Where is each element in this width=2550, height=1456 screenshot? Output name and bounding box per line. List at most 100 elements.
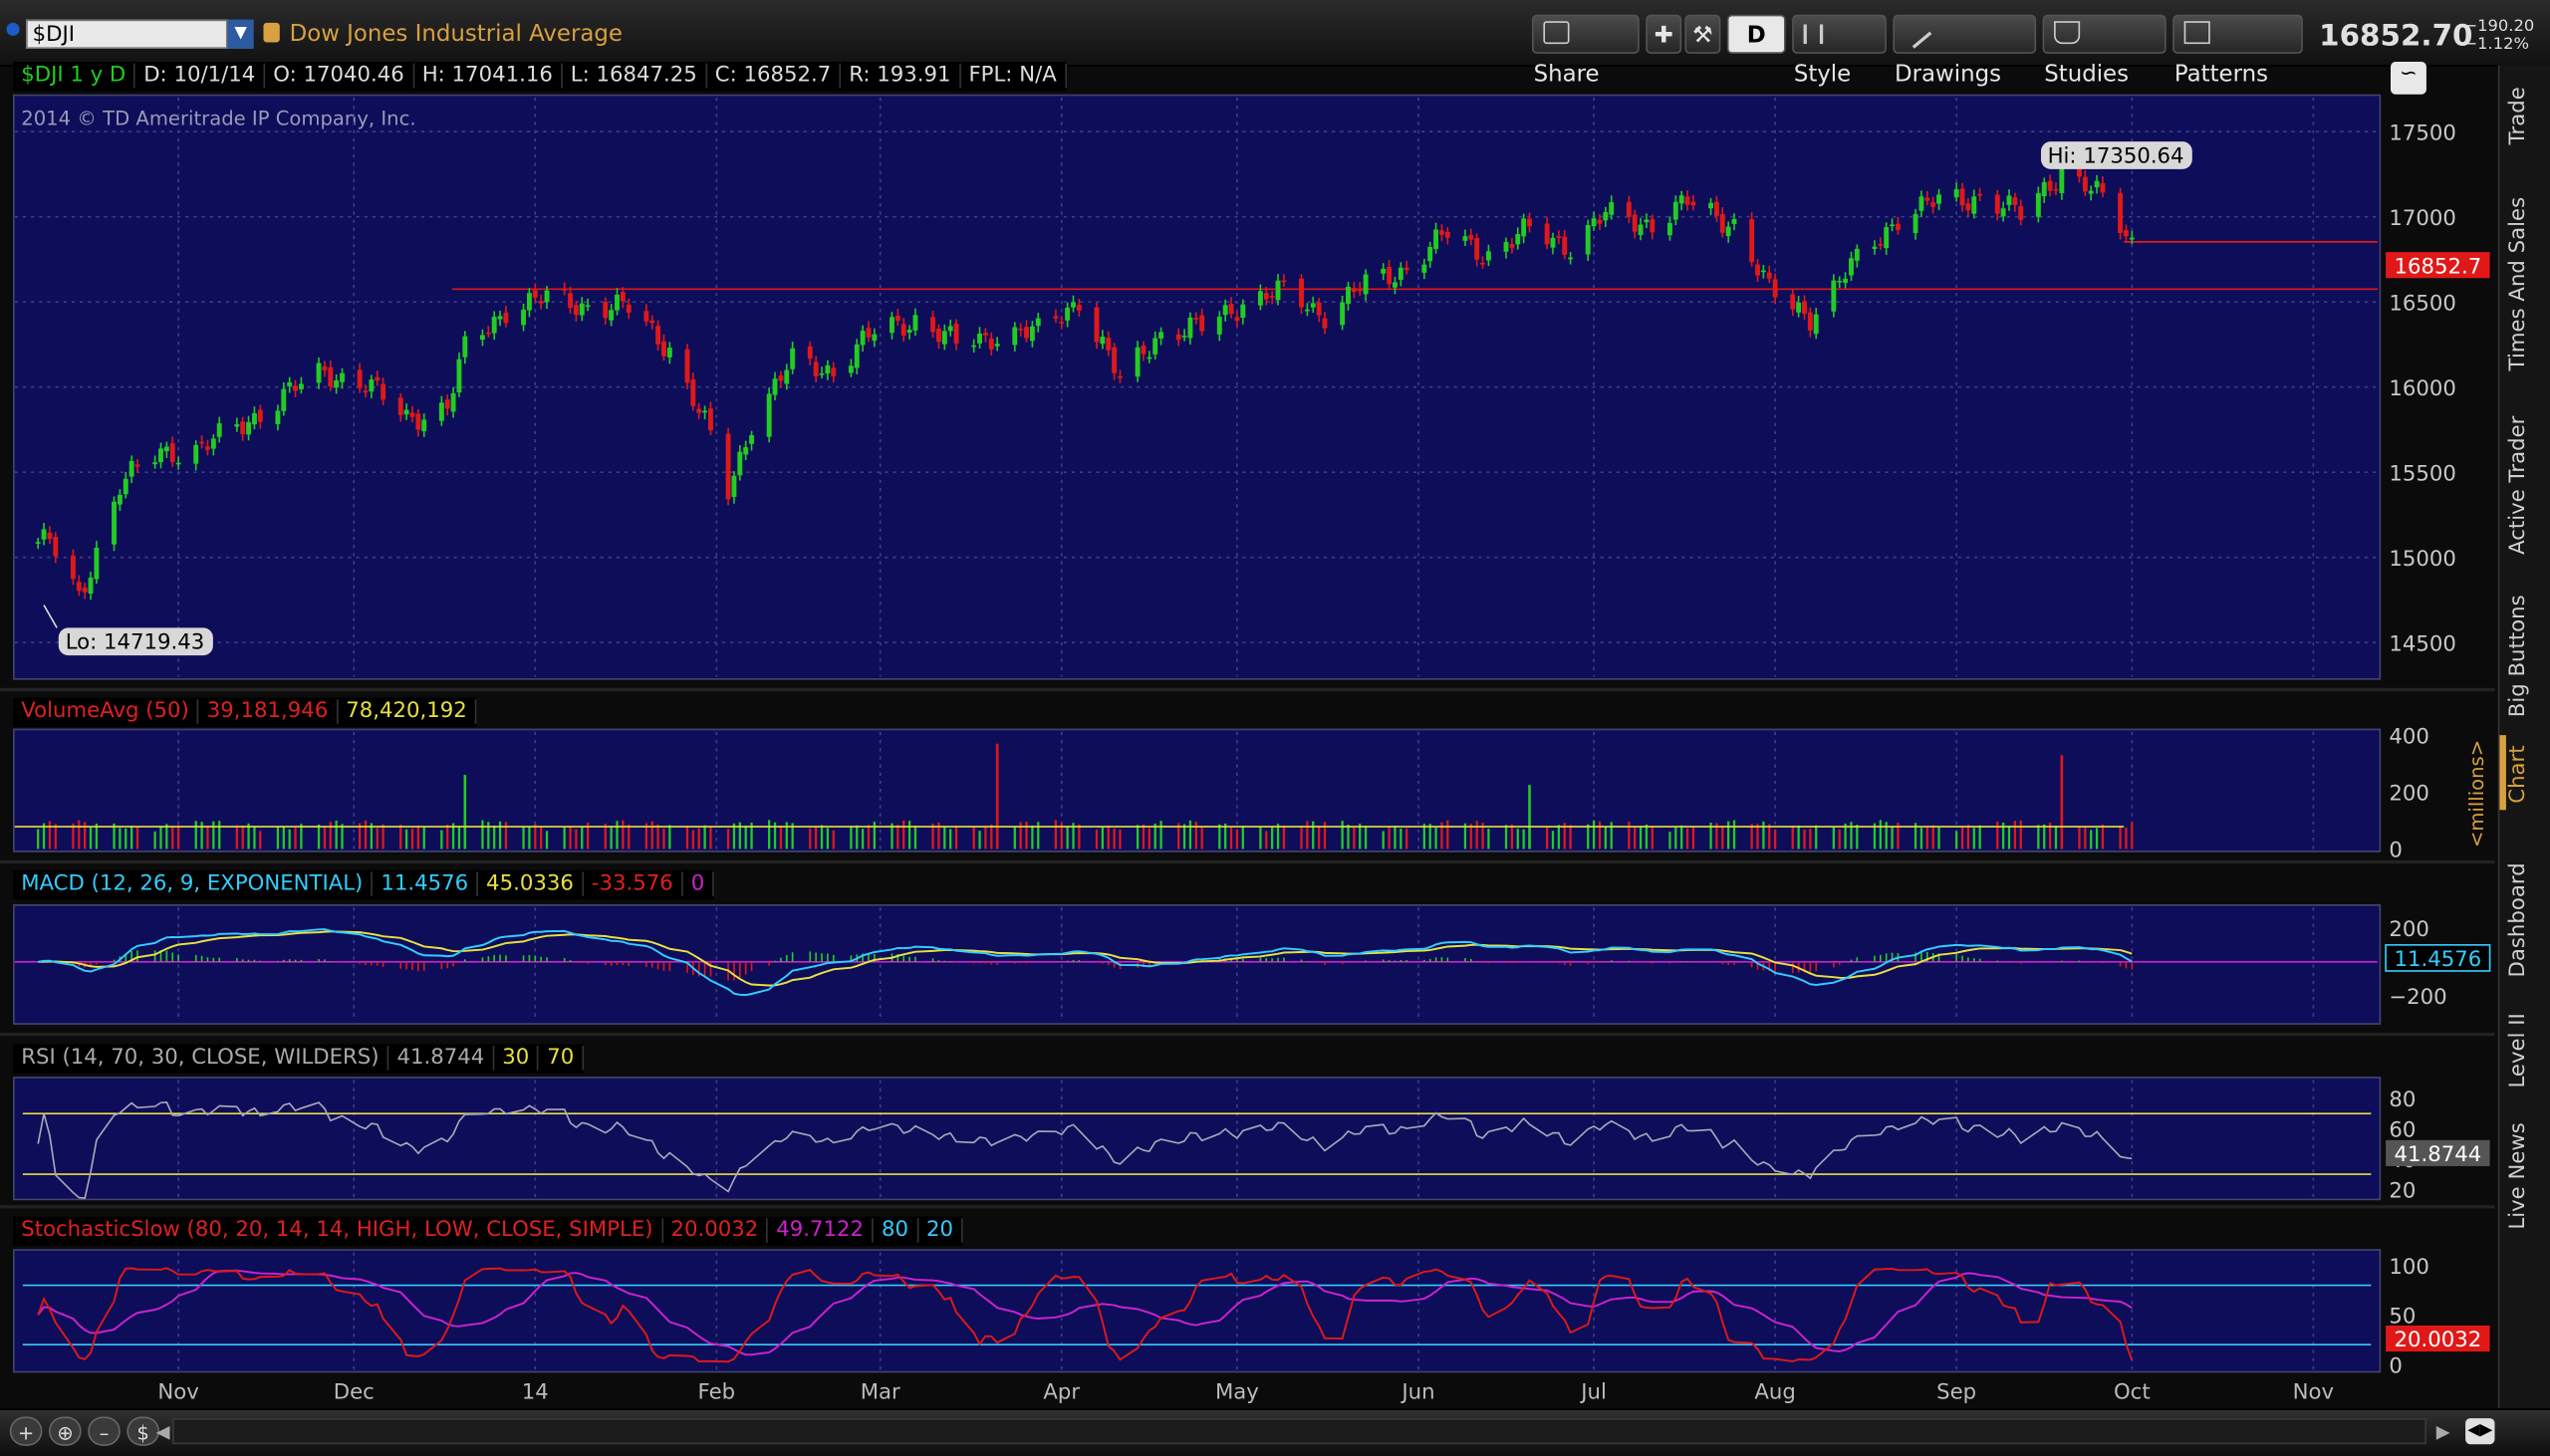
settings-wrench-button[interactable]: ⚒ (1684, 14, 1721, 54)
plus-icon: + (17, 1421, 35, 1445)
x-tick-label: May (1215, 1379, 1259, 1404)
price-pane[interactable] (13, 94, 2382, 680)
price-tick-label: 15500 (2389, 461, 2456, 486)
share-icon (1543, 21, 1570, 45)
link-dot-icon[interactable] (6, 22, 20, 36)
x-tick-label: Jun (1400, 1379, 1434, 1404)
chart-settings-button[interactable]: ∽ (2390, 62, 2426, 95)
volume-avg-value: 78,420,192 (338, 699, 477, 724)
last-price-tag (2386, 252, 2490, 279)
stoch-overbought-value: 80 (873, 1218, 918, 1243)
tab-dashboard[interactable]: Dashboard (2506, 855, 2545, 986)
rsi-study-name: RSI (14, 70, 30, CLOSE, WILDERS) (13, 1046, 389, 1071)
volume-study-name: VolumeAvg (50) (13, 699, 199, 724)
x-tick-label: Feb (698, 1379, 736, 1404)
x-tick-label: Nov (157, 1379, 198, 1404)
dollar-button[interactable]: $ (127, 1416, 159, 1446)
symbol-input[interactable]: $DJI (26, 19, 228, 49)
aggregation-button[interactable]: D (1726, 14, 1786, 54)
macd-last-tag (2385, 944, 2491, 972)
stoch-oversold-value: 20 (917, 1218, 963, 1243)
patterns-button[interactable]: Patterns (2172, 14, 2303, 88)
style-label: Style (1793, 62, 1852, 89)
pct-change-value: −1.12% (2463, 35, 2530, 54)
rsi-tick-label: 80 (2389, 1088, 2416, 1112)
rsi-last-tag (2386, 1139, 2490, 1166)
rsi-overbought-value: 70 (539, 1046, 585, 1071)
stoch-study-name: StochasticSlow (80, 20, 14, 14, HIGH, LO… (13, 1218, 663, 1243)
price-tick-label: 17500 (2389, 121, 2456, 145)
zoom-in-button[interactable]: + (9, 1416, 43, 1446)
wrench-icon: ⚒ (1692, 22, 1713, 49)
bottom-toolbar: + ⊕ – $ ◀ ▶ ◀▶ (0, 1408, 2550, 1456)
minus-icon: – (99, 1421, 110, 1445)
expand-icon: ◀▶ (2467, 1421, 2493, 1440)
volume-tick-label: 200 (2389, 781, 2429, 806)
tab-active-trader[interactable]: Active Trader (2506, 403, 2545, 566)
crosshair-zoom-button[interactable]: ⊕ (48, 1416, 82, 1446)
stoch-k-value: 20.0032 (662, 1218, 769, 1243)
volume-tick-label: 400 (2389, 724, 2429, 749)
copyright-text: 2014 © TD Ameritrade IP Company, Inc. (21, 107, 416, 130)
scroll-right-icon[interactable]: ▶ (2436, 1421, 2450, 1442)
volume-tick-label: 0 (2389, 839, 2403, 863)
macd-last-tag-label: 11.4576 (2394, 947, 2481, 972)
tab-chart[interactable]: Chart (2506, 738, 2545, 810)
stochastic-pane[interactable] (13, 1249, 2382, 1373)
net-change: −190.20 −1.12% (2463, 18, 2534, 54)
tab-level-ii[interactable]: Level II (2506, 1005, 2545, 1095)
macd-diff-value: -33.576 (583, 871, 683, 896)
drawings-label: Drawings (1895, 62, 2002, 89)
quote-high: H: 17041.16 (413, 63, 563, 89)
dollar-icon: $ (136, 1421, 149, 1445)
rsi-tick-label: 40 (2389, 1148, 2416, 1173)
x-tick-label: Oct (2114, 1379, 2151, 1404)
expand-time-axis-button[interactable]: ◀▶ (2465, 1418, 2495, 1445)
active-tab-indicator (2499, 735, 2506, 811)
macd-tick-label: −200 (2389, 985, 2446, 1010)
symbol-dropdown-icon[interactable]: ▼ (227, 19, 254, 49)
rsi-tick-label: 20 (2389, 1179, 2416, 1204)
last-price-tag-label: 16852.7 (2394, 254, 2481, 279)
quote-open: O: 17040.46 (265, 63, 414, 89)
price-tick-label: 14500 (2389, 631, 2456, 656)
price-tick-label: 17000 (2389, 206, 2456, 231)
volume-pane[interactable] (13, 728, 2382, 852)
macd-pane[interactable] (13, 904, 2382, 1025)
stoch-last-tag (2386, 1325, 2490, 1352)
share-button[interactable]: Share (1531, 14, 1640, 88)
studies-button[interactable]: Studies (2042, 14, 2167, 88)
stoch-tick-label: 50 (2389, 1305, 2416, 1330)
rsi-pane[interactable] (13, 1077, 2382, 1201)
volume-legend: VolumeAvg (50) 39,181,946 78,420,192 (13, 697, 477, 728)
symbol-period: $DJI 1 y D (13, 63, 136, 89)
chart-line-icon: ∽ (2400, 62, 2418, 87)
price-tick-label: 16000 (2389, 376, 2456, 401)
quote-low: L: 16847.25 (562, 63, 707, 89)
quote-info-bar: $DJI 1 y D D: 10/1/14 O: 17040.46 H: 17041.… (13, 62, 1067, 92)
style-button[interactable]: Style (1792, 14, 1887, 88)
drawings-button[interactable]: Drawings (1893, 14, 2037, 88)
tab-big-buttons[interactable]: Big Buttons (2506, 583, 2545, 729)
x-tick-label: 14 (522, 1379, 549, 1404)
patterns-icon (2183, 21, 2210, 45)
quote-fpl: FPL: N/A (960, 63, 1067, 89)
tab-times-and-sales[interactable]: Times And Sales (2506, 179, 2545, 390)
macd-study-name: MACD (12, 26, 9, EXPONENTIAL) (13, 871, 374, 896)
studies-label: Studies (2044, 62, 2130, 89)
x-tick-label: Dec (334, 1379, 375, 1404)
quote-range: R: 193.91 (841, 63, 961, 89)
zoom-out-button[interactable]: – (88, 1416, 121, 1446)
description-flag-icon (263, 22, 280, 43)
scroll-left-icon[interactable]: ◀ (156, 1421, 170, 1442)
tab-live-news[interactable]: Live News (2506, 1115, 2545, 1236)
macd-value: 11.4576 (373, 871, 478, 896)
stoch-last-tag-label: 20.0032 (2394, 1328, 2481, 1352)
horizontal-scrollbar[interactable] (172, 1418, 2426, 1445)
tab-trade[interactable]: Trade (2506, 75, 2545, 156)
price-tick-label: 16500 (2389, 291, 2456, 316)
x-tick-label: Mar (861, 1379, 900, 1404)
crosshair-tool-button[interactable]: ✚ (1646, 14, 1682, 54)
macd-tick-label: 200 (2389, 917, 2429, 942)
x-tick-label: Apr (1043, 1379, 1080, 1404)
